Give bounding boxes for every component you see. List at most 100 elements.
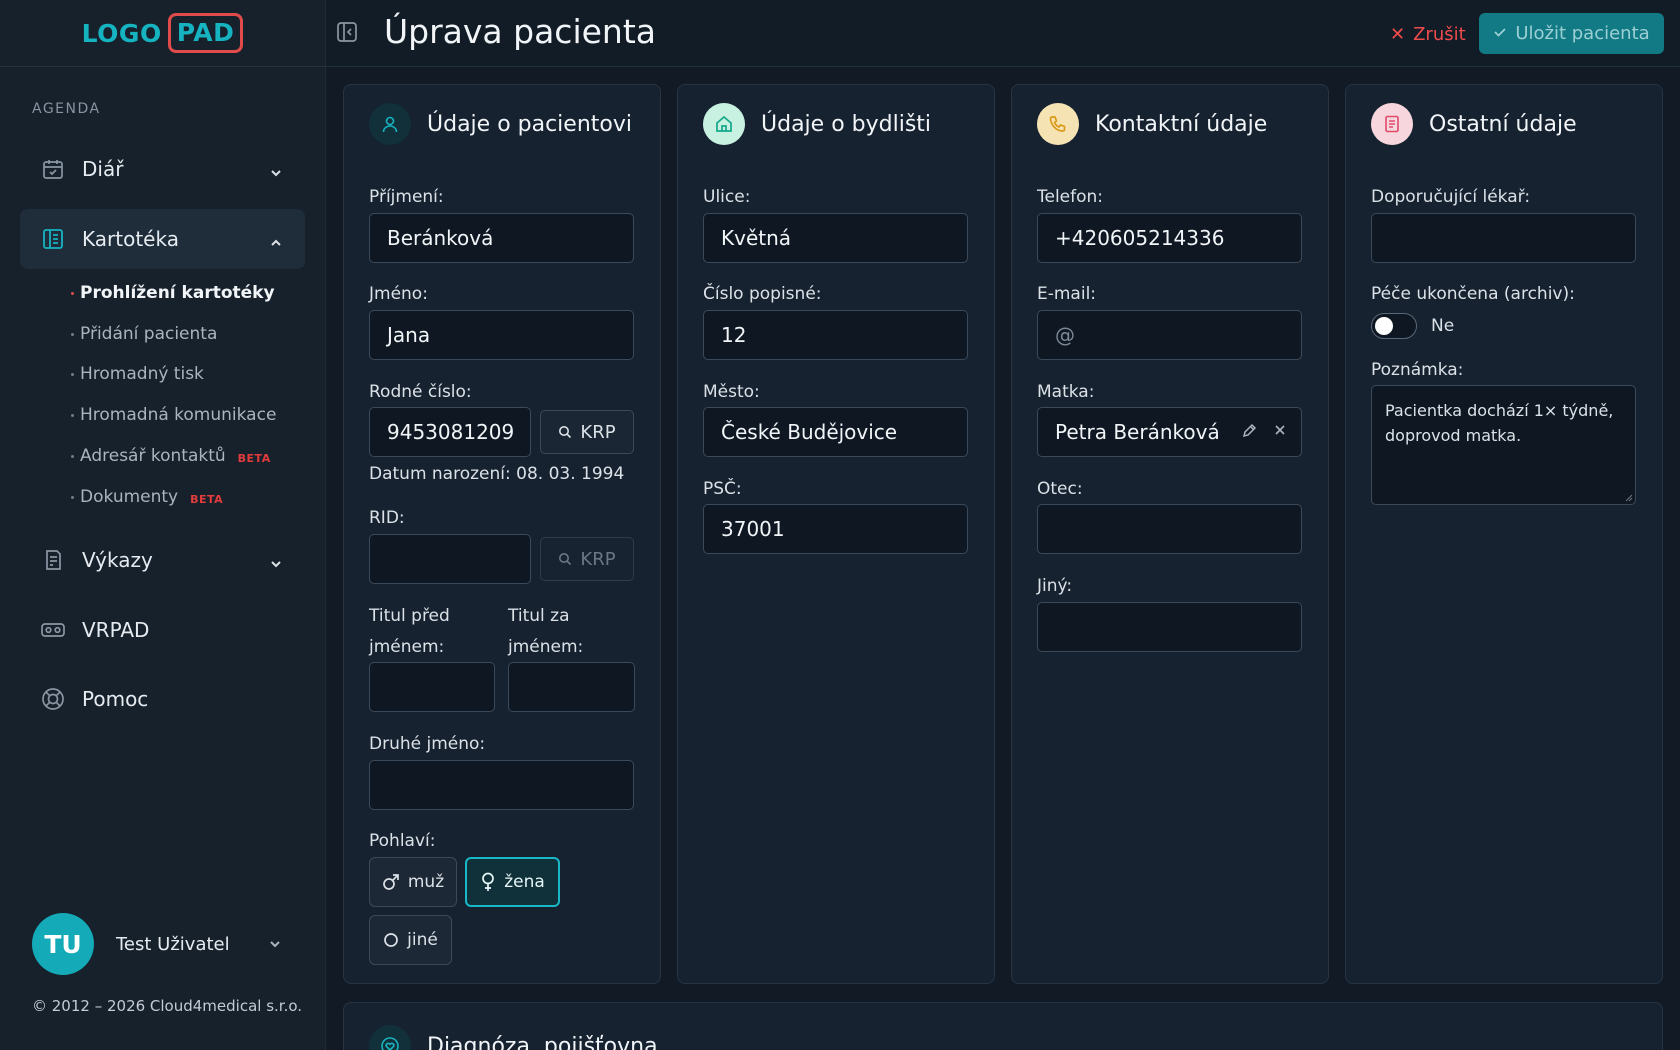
chevron-down-icon <box>269 161 283 185</box>
gender-label-text: muž <box>407 872 445 892</box>
heart-icon <box>369 1025 411 1050</box>
card-title: Údaje o bydlišti <box>761 111 932 137</box>
sidebar-toggle-icon[interactable] <box>336 21 358 47</box>
sidebar: LOGO PAD AGENDA Diář Kartotéka Prohlížen… <box>0 0 326 1050</box>
lifebuoy-icon <box>40 686 66 712</box>
close-icon: ✕ <box>1390 23 1406 45</box>
krp-lookup-button[interactable]: KRP <box>540 410 634 454</box>
sidebar-item-label: Výkazy <box>82 548 153 572</box>
surname-input[interactable]: Beránková <box>369 213 634 263</box>
chevron-down-icon <box>269 552 283 576</box>
subitem-pridani[interactable]: Přidání pacienta <box>70 323 217 345</box>
book-icon <box>40 226 66 252</box>
zip-label: PSČ: <box>703 479 742 499</box>
close-icon[interactable] <box>1273 423 1287 437</box>
page-title: Úprava pacienta <box>384 12 656 51</box>
beta-badge: BETA <box>237 451 271 465</box>
subitem-prohlizeni[interactable]: Prohlížení kartotéky <box>71 282 275 304</box>
sidebar-item-label: Kartotéka <box>82 227 179 251</box>
toggle-knob <box>1375 317 1393 335</box>
sidebar-item-label: VRPAD <box>82 618 150 642</box>
female-icon <box>482 872 495 891</box>
gender-male-button[interactable]: muž <box>369 857 457 907</box>
mother-input[interactable]: Petra Beránková <box>1037 407 1302 457</box>
house-number-input[interactable]: 12 <box>703 310 968 360</box>
copyright: © 2012 – 2026 Cloud4medical s.r.o. <box>32 997 303 1015</box>
middle-name-label: Druhé jméno: <box>369 734 486 754</box>
card-title: Kontaktní údaje <box>1095 111 1268 137</box>
card-title: Ostatní údaje <box>1429 111 1577 137</box>
other-contact-label: Jiný: <box>1037 576 1073 596</box>
calendar-icon <box>40 156 66 182</box>
user-menu[interactable]: TU Test Uživatel <box>32 913 282 975</box>
sidebar-item-vrpad[interactable]: VRPAD <box>20 600 305 660</box>
zip-input[interactable]: 37001 <box>703 504 968 554</box>
resize-handle-icon[interactable] <box>1623 492 1633 502</box>
archive-toggle[interactable] <box>1371 313 1417 339</box>
logo[interactable]: LOGO PAD <box>82 13 244 53</box>
subitem-label: Adresář kontaktů <box>80 446 226 466</box>
gender-label-text: žena <box>504 872 545 892</box>
card-title: Údaje o pacientovi <box>427 111 632 137</box>
street-input[interactable]: Květná <box>703 213 968 263</box>
gender-other-button[interactable]: jiné <box>369 915 452 965</box>
title-before-input[interactable] <box>369 662 495 712</box>
diagnosis-card: Diagnóza, pojišťovna <box>343 1002 1663 1050</box>
cancel-button[interactable]: ✕ Zrušit <box>1390 18 1466 50</box>
phone-icon <box>1037 103 1079 145</box>
subitem-dokumenty[interactable]: Dokumenty BETA <box>70 486 224 508</box>
search-icon <box>559 426 572 439</box>
name-input[interactable]: Jana <box>369 310 634 360</box>
logo-part1: LOGO <box>81 18 162 48</box>
sidebar-item-pomoc[interactable]: Pomoc <box>20 669 305 729</box>
birth-number-label: Rodné číslo: <box>369 382 472 402</box>
email-input[interactable]: @ <box>1037 310 1302 360</box>
middle-name-input[interactable] <box>369 760 634 810</box>
title-after-input[interactable] <box>508 662 635 712</box>
circle-icon <box>384 933 399 947</box>
krp-rid-button[interactable]: KRP <box>540 537 634 581</box>
beta-badge: BETA <box>190 492 224 506</box>
subitem-label: Hromadný tisk <box>80 364 204 384</box>
header: Úprava pacienta ✕ Zrušit Uložit pacienta <box>326 0 1680 67</box>
title-after-label-2: jménem: <box>508 637 584 657</box>
birth-number-input[interactable]: 9453081209 <box>369 407 531 457</box>
chevron-down-icon <box>268 936 282 955</box>
sidebar-item-diar[interactable]: Diář <box>20 139 305 199</box>
save-label: Uložit pacienta <box>1515 23 1650 44</box>
card-header: Ostatní údaje <box>1371 103 1577 145</box>
other-contact-input[interactable] <box>1037 602 1302 652</box>
city-input[interactable]: České Budějovice <box>703 407 968 457</box>
report-icon <box>40 547 66 573</box>
street-label: Ulice: <box>703 187 751 207</box>
gender-female-button[interactable]: žena <box>465 857 560 907</box>
address-card: Údaje o bydlišti Ulice: Květná Číslo pop… <box>677 84 995 984</box>
home-icon <box>703 103 745 145</box>
subitem-hromadna-komunikace[interactable]: Hromadná komunikace <box>70 404 276 426</box>
edit-icon[interactable] <box>1241 423 1257 439</box>
check-icon <box>1493 23 1507 44</box>
user-name: Test Uživatel <box>116 933 230 955</box>
subitem-adresar[interactable]: Adresář kontaktů BETA <box>71 445 271 467</box>
email-label: E-mail: <box>1037 284 1097 304</box>
krp-label: KRP <box>580 421 616 443</box>
referring-doctor-input[interactable] <box>1371 213 1636 263</box>
logo-part2: PAD <box>167 13 244 53</box>
phone-input[interactable]: +420605214336 <box>1037 213 1302 263</box>
search-icon <box>559 553 572 566</box>
archive-value: Ne <box>1431 316 1455 336</box>
rid-input[interactable] <box>369 534 531 584</box>
avatar: TU <box>32 913 94 975</box>
save-patient-button[interactable]: Uložit pacienta <box>1479 13 1664 54</box>
sidebar-item-kartoteka[interactable]: Kartotéka <box>20 209 305 269</box>
subitem-hromadny-tisk[interactable]: Hromadný tisk <box>71 363 204 385</box>
note-textarea[interactable]: Pacientka dochází 1× týdně, doprovod mat… <box>1371 385 1636 505</box>
phone-label: Telefon: <box>1037 187 1104 207</box>
subitem-label: Dokumenty <box>80 487 179 507</box>
male-icon <box>383 874 399 890</box>
title-after-label: Titul za <box>508 606 570 626</box>
sidebar-item-vykazy[interactable]: Výkazy <box>20 530 305 590</box>
father-input[interactable] <box>1037 504 1302 554</box>
referring-doctor-label: Doporučující lékař: <box>1371 187 1531 207</box>
other-card: Ostatní údaje Doporučující lékař: Péče u… <box>1345 84 1663 984</box>
